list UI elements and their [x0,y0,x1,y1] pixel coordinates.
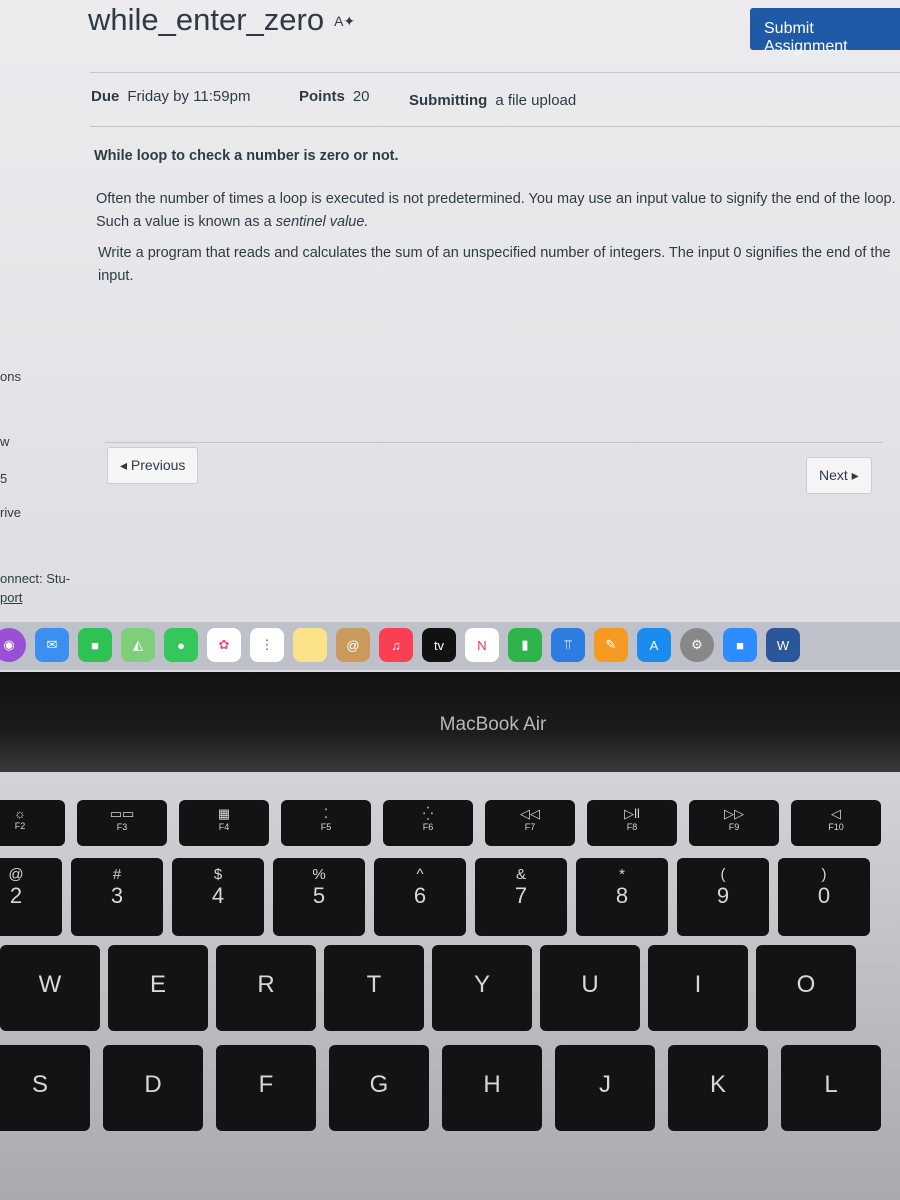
screen: while_enter_zero A✦ Submit Assignment Due… [0,0,900,672]
messages-icon[interactable]: ● [164,628,198,662]
key-f9[interactable]: ▷▷ F9 [689,800,779,846]
key-f8[interactable]: ▷ll F8 [587,800,677,846]
key-u[interactable]: U [540,945,640,1031]
key-f6[interactable]: ⁛ F6 [383,800,473,846]
key-o[interactable]: O [756,945,856,1031]
key-2[interactable]: @2 [0,858,62,936]
due-info: Due Friday by 11:59pm [91,88,251,105]
dock: ◉ ✉ ■ ◭ ● ✿ ⋮ @ ♫ tv N ▮ ⫪ ✎ A ⚙ ■ W [0,622,900,670]
numbers-icon[interactable]: ▮ [508,628,542,662]
key-0[interactable]: ) 0 [778,858,870,936]
sidebar-item[interactable]: onnect: Stu- [0,571,70,586]
sidebar-item[interactable]: port [0,590,22,605]
key-e[interactable]: E [108,945,208,1031]
description-paragraph: Write a program that reads and calculate… [98,245,891,284]
previous-button[interactable]: ◂ Previous [107,447,199,484]
key-g[interactable]: G [329,1045,429,1131]
system-preferences-icon[interactable]: ⚙ [680,628,714,662]
reminders-icon[interactable]: ⋮ [250,628,284,662]
podcasts-icon[interactable]: ◉ [0,628,26,662]
key-f5[interactable]: ⁚ F5 [281,800,371,846]
divider [90,72,900,73]
key-7[interactable]: & 7 [475,858,567,936]
key-f2[interactable]: ☼ F2 [0,800,65,846]
contacts-icon[interactable]: @ [336,628,370,662]
pages-icon[interactable]: ✎ [594,628,628,662]
key-k[interactable]: K [668,1045,768,1131]
music-icon[interactable]: ♫ [379,628,413,662]
keynote-icon[interactable]: ⫪ [551,628,585,662]
key-f4[interactable]: ▦ F4 [179,800,269,846]
word-icon[interactable]: W [766,628,800,662]
key-l[interactable]: L [781,1045,881,1131]
description-heading: While loop to check a number is zero or … [94,148,399,164]
key-f7[interactable]: ◁◁ F7 [485,800,575,846]
zoom-icon[interactable]: ■ [723,628,757,662]
key-f10[interactable]: ◁ F10 [791,800,881,846]
key-d[interactable]: D [103,1045,203,1131]
key-4[interactable]: $4 [172,858,264,936]
key-y[interactable]: Y [432,945,532,1031]
key-s[interactable]: S [0,1045,90,1131]
maps-icon[interactable]: ◭ [121,628,155,662]
sidebar-item[interactable]: rive [0,505,21,520]
facetime-icon[interactable]: ■ [78,628,112,662]
tv-icon[interactable]: tv [422,628,456,662]
key-6[interactable]: ^ 6 [374,858,466,936]
mail-icon[interactable]: ✉ [35,628,69,662]
divider [90,126,900,127]
key-r[interactable]: R [216,945,316,1031]
key-i[interactable]: I [648,945,748,1031]
divider [105,442,883,443]
notes-icon[interactable] [293,628,327,662]
key-5[interactable]: % 5 [273,858,365,936]
key-3[interactable]: #3 [71,858,163,936]
key-9[interactable]: (9 [677,858,769,936]
submitting-info: Submitting a file upload [409,92,577,109]
sidebar-item[interactable]: ons [0,369,21,384]
key-w[interactable]: W [0,945,100,1031]
key-j[interactable]: J [555,1045,655,1131]
page-title: while_enter_zero A✦ [88,2,356,37]
sidebar-item[interactable]: 5 [0,471,7,486]
next-button[interactable]: Next ▸ [806,457,872,494]
key-t[interactable]: T [324,945,424,1031]
sidebar-item[interactable]: w [0,434,9,449]
description-paragraph: Often the number of times a loop is exec… [96,191,896,230]
photos-icon[interactable]: ✿ [207,628,241,662]
points-info: Points 20 [299,88,370,105]
key-f3[interactable]: ▭▭ F3 [77,800,167,846]
key-h[interactable]: H [442,1045,542,1131]
ai-sparkle-icon: A✦ [334,13,356,30]
news-icon[interactable]: N [465,628,499,662]
app-store-icon[interactable]: A [637,628,671,662]
laptop-brand: MacBook Air [439,714,547,735]
submit-assignment-button[interactable]: Submit Assignment [750,8,900,55]
key-f[interactable]: F [216,1045,316,1131]
key-8[interactable]: * 8 [576,858,668,936]
